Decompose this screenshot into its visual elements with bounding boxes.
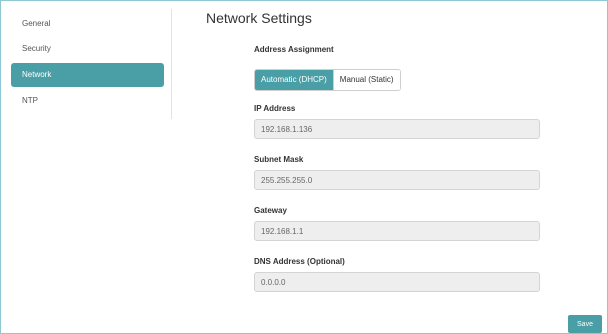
dns-address-input[interactable] [254, 272, 540, 292]
sidebar-item-network[interactable]: Network [11, 63, 164, 87]
dns-address-label: DNS Address (Optional) [254, 257, 345, 266]
ip-address-input[interactable] [254, 119, 540, 139]
page-title: Network Settings [206, 10, 312, 26]
gateway-input[interactable] [254, 221, 540, 241]
sidebar-item-ntp[interactable]: NTP [11, 89, 164, 113]
gateway-label: Gateway [254, 206, 287, 215]
save-button[interactable]: Save [568, 315, 602, 333]
ip-address-label: IP Address [254, 104, 296, 113]
dhcp-option-button[interactable]: Automatic (DHCP) [255, 70, 333, 90]
static-option-button[interactable]: Manual (Static) [332, 70, 400, 90]
address-assignment-toggle: Automatic (DHCP) Manual (Static) [254, 69, 401, 91]
sidebar-item-general[interactable]: General [11, 12, 164, 36]
sidebar-item-security[interactable]: Security [11, 37, 164, 61]
settings-sidebar: General Security Network NTP [11, 9, 172, 119]
subnet-mask-input[interactable] [254, 170, 540, 190]
app-frame: General Security Network NTP Network Set… [0, 0, 608, 334]
address-assignment-label: Address Assignment [254, 45, 334, 54]
subnet-mask-label: Subnet Mask [254, 155, 304, 164]
